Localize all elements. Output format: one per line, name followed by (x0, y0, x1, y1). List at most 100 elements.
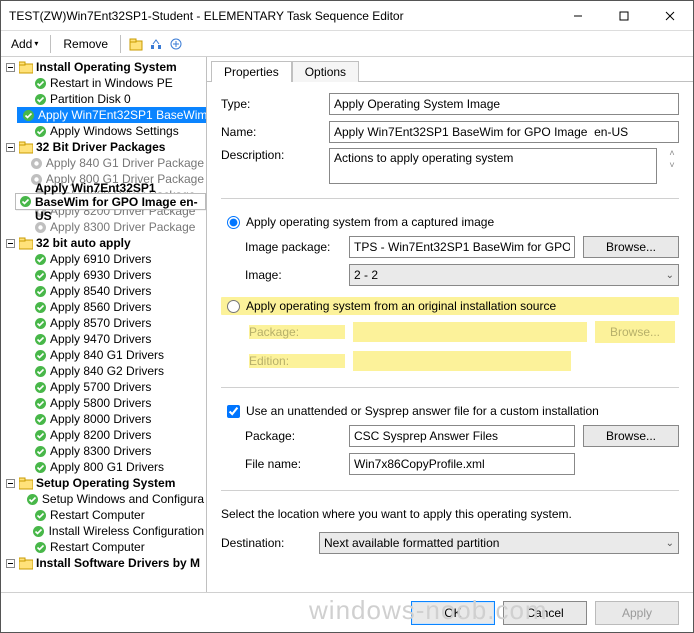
remove-button[interactable]: Remove (57, 35, 114, 53)
image-select[interactable]: 2 - 2 ⌄ (349, 264, 679, 286)
folder-icon (19, 140, 33, 154)
tree-group[interactable]: 32 bit auto apply (3, 235, 206, 251)
tree-item-label: Install Wireless Configuration (49, 524, 204, 538)
new-group-button[interactable] (127, 35, 145, 53)
remove-label: Remove (63, 37, 108, 51)
move-down-button[interactable] (167, 35, 185, 53)
name-field[interactable] (329, 121, 679, 143)
edition-field-disabled (353, 351, 571, 371)
radio-captured-label: Apply operating system from a captured i… (246, 215, 494, 229)
chevron-down-icon: ⌄ (666, 538, 674, 549)
tree-item[interactable]: Apply 8560 Drivers (17, 299, 206, 315)
radio-captured-input[interactable] (227, 216, 240, 229)
tab-options[interactable]: Options (292, 61, 359, 82)
tab-properties[interactable]: Properties (211, 61, 292, 82)
tree-item[interactable]: Restart Computer (17, 539, 206, 555)
tree-item-label: Apply 6910 Drivers (50, 252, 151, 266)
tree-item[interactable]: Partition Disk 0 (17, 91, 206, 107)
move-up-button[interactable] (147, 35, 165, 53)
titlebar: TEST(ZW)Win7Ent32SP1-Student - ELEMENTAR… (1, 1, 693, 31)
tree-item[interactable]: Apply 6930 Drivers (17, 267, 206, 283)
ok-button[interactable]: OK (411, 601, 495, 625)
radio-install-source-input[interactable] (227, 300, 240, 313)
properties-panel: Type: Name: Description: Actions to appl… (207, 81, 693, 592)
tree-group-label: Install Software Drivers by M (36, 556, 200, 570)
expander-icon[interactable] (5, 142, 16, 153)
add-button[interactable]: Add ▾ (5, 35, 44, 53)
divider (221, 198, 679, 199)
toolbar: Add ▾ Remove (1, 31, 693, 57)
tree-group[interactable]: Setup Operating System (3, 475, 206, 491)
right-panel: Properties Options Type: Name: Descripti… (207, 57, 693, 592)
file-name-label: File name: (245, 457, 341, 471)
tree-item-label: Apply 840 G2 Drivers (50, 364, 164, 378)
radio-captured-image[interactable]: Apply operating system from a captured i… (221, 213, 679, 231)
expander-icon[interactable] (5, 478, 16, 489)
tree-group[interactable]: Install Software Drivers by M (3, 555, 206, 571)
tree-item[interactable]: Setup Windows and Configura (17, 491, 206, 507)
tree-item[interactable]: Apply 5700 Drivers (17, 379, 206, 395)
tree-item[interactable]: Apply Windows Settings (17, 123, 206, 139)
cancel-button[interactable]: Cancel (503, 601, 587, 625)
expander-icon[interactable] (5, 238, 16, 249)
tree-item[interactable]: Apply 8200 Drivers (17, 427, 206, 443)
expander-icon[interactable] (5, 558, 16, 569)
tree-item[interactable]: Apply 8540 Drivers (17, 283, 206, 299)
unattended-label: Use an unattended or Sysprep answer file… (246, 404, 599, 418)
folder-icon (19, 60, 33, 74)
tree-item[interactable]: Install Wireless Configuration (17, 523, 206, 539)
type-field (329, 93, 679, 115)
status-icon (33, 460, 47, 474)
tree-item[interactable]: Apply 5800 Drivers (17, 395, 206, 411)
divider (221, 490, 679, 491)
tree-item[interactable]: Apply 840 G2 Drivers (17, 363, 206, 379)
destination-select[interactable]: Next available formatted partition ⌄ (319, 532, 679, 554)
tree-item[interactable]: Apply Win7Ent32SP1 BaseWim (17, 107, 206, 123)
tree-item[interactable]: Apply 8300 Drivers (17, 443, 206, 459)
divider (221, 387, 679, 388)
edition-label-disabled: Edition: (249, 354, 345, 368)
radio-install-source[interactable]: Apply operating system from an original … (221, 297, 679, 315)
description-field[interactable]: Actions to apply operating system (329, 148, 657, 184)
tree-item[interactable]: Apply 840 G1 Drivers (17, 347, 206, 363)
minimize-button[interactable] (555, 1, 601, 30)
tree-item-label: Apply 840 G1 Drivers (50, 348, 164, 362)
tree-item[interactable]: Restart in Windows PE (17, 75, 206, 91)
apply-button: Apply (595, 601, 679, 625)
tree-item-label: Apply 800 G1 Drivers (50, 460, 164, 474)
maximize-button[interactable] (601, 1, 647, 30)
tree-group[interactable]: 32 Bit Driver Packages (3, 139, 206, 155)
status-icon (33, 396, 47, 410)
tree-item[interactable]: Apply 800 G1 Drivers (17, 459, 206, 475)
status-icon (32, 524, 45, 538)
tree-group[interactable]: Install Operating System (3, 59, 206, 75)
name-label: Name: (221, 125, 321, 139)
file-name-field[interactable] (349, 453, 575, 475)
status-icon (33, 76, 47, 90)
tree-item[interactable]: Restart Computer (17, 507, 206, 523)
status-icon (33, 124, 47, 138)
answer-package-field (349, 425, 575, 447)
tree-tooltip-label: Apply Win7Ent32SP1 BaseWim for GPO Image… (35, 181, 202, 223)
tree-item[interactable]: Apply 9470 Drivers (17, 331, 206, 347)
tree-group-label: 32 Bit Driver Packages (36, 140, 165, 154)
unattended-checkbox[interactable] (227, 405, 240, 418)
add-label: Add (11, 37, 32, 51)
tree-item[interactable]: Apply 6910 Drivers (17, 251, 206, 267)
unattended-checkbox-row[interactable]: Use an unattended or Sysprep answer file… (221, 402, 679, 420)
scroll-down-icon[interactable]: ˅ (665, 160, 679, 170)
tab-strip: Properties Options (207, 57, 693, 81)
tree-item[interactable]: Apply 840 G1 Driver Package (17, 155, 206, 171)
task-tree-panel[interactable]: Install Operating SystemRestart in Windo… (1, 57, 207, 592)
tree-item[interactable]: Apply 8000 Drivers (17, 411, 206, 427)
browse-image-package-button[interactable]: Browse... (583, 236, 679, 258)
browse-answer-package-button[interactable]: Browse... (583, 425, 679, 447)
tree-item[interactable]: Apply 8570 Drivers (17, 315, 206, 331)
type-label: Type: (221, 97, 321, 111)
close-button[interactable] (647, 1, 693, 30)
expander-icon[interactable] (5, 62, 16, 73)
image-select-value: 2 - 2 (354, 268, 378, 282)
status-icon (33, 92, 47, 106)
scroll-up-icon[interactable]: ˄ (665, 148, 679, 158)
tree-item-label: Apply 8200 Drivers (50, 428, 151, 442)
